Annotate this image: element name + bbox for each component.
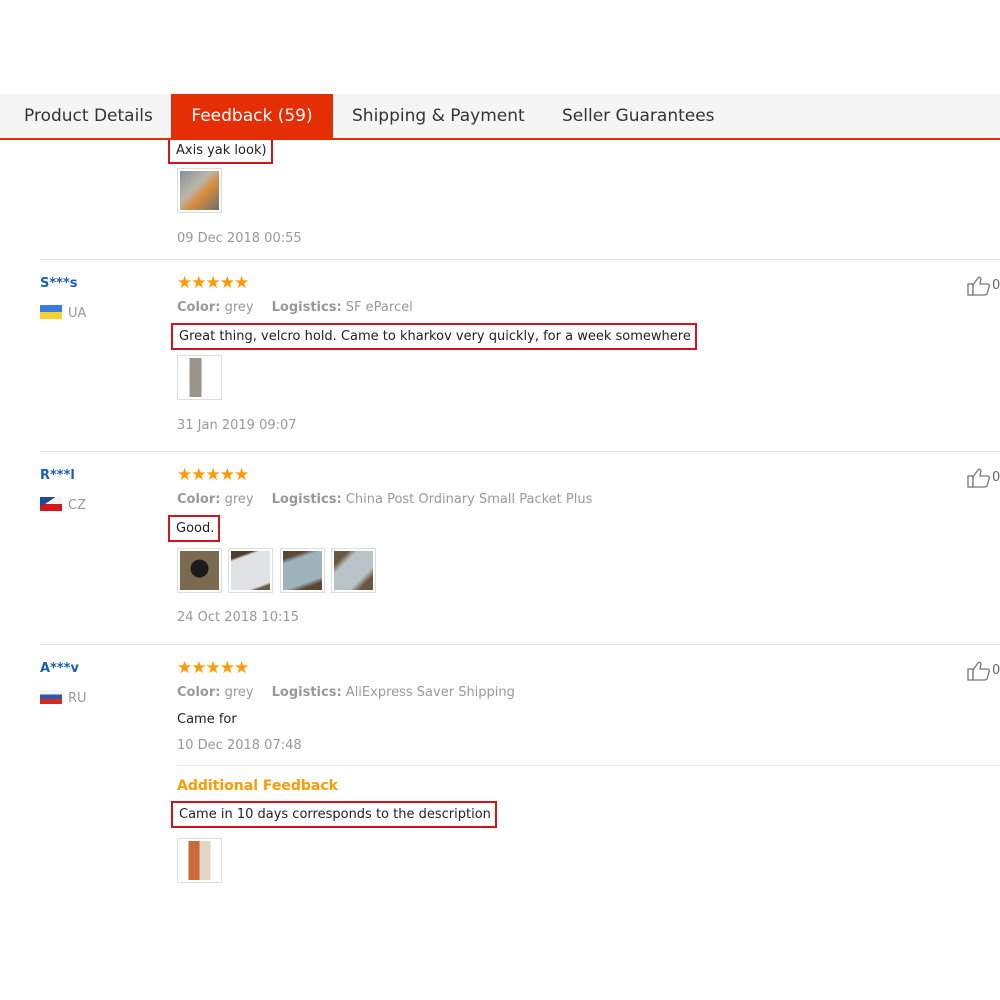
review-date: 31 Jan 2019 09:07 [177, 418, 297, 433]
review-photo-thumbnail[interactable] [177, 838, 222, 883]
like-button[interactable]: 0 [967, 661, 1000, 683]
logistics-value: SF eParcel [345, 300, 413, 315]
star-rating: ★★★★★ [177, 658, 249, 678]
feedback-list: Axis yak look) 09 Dec 2018 00:55 S***s U… [0, 140, 1000, 888]
review-meta: Color: grey Logistics: SF eParcel [177, 300, 413, 315]
logistics-label: Logistics: [271, 300, 342, 315]
like-count: 0 [992, 470, 1000, 485]
review-photo-thumbnail[interactable] [331, 548, 376, 593]
star-rating: ★★★★★ [177, 465, 249, 485]
country-code: UA [68, 306, 87, 321]
reviewer-name[interactable]: R***l [40, 468, 75, 483]
review-date: 24 Oct 2018 10:15 [177, 610, 299, 625]
color-label: Color: [177, 492, 221, 507]
tab-seller-guarantees[interactable]: Seller Guarantees [562, 94, 715, 140]
review-divider [40, 451, 1000, 452]
logistics-value: AliExpress Saver Shipping [345, 685, 515, 700]
country-code: CZ [68, 498, 86, 513]
review-date: 10 Dec 2018 07:48 [177, 738, 302, 753]
additional-feedback-label: Additional Feedback [177, 778, 338, 794]
feedback-tabbar: Product Details Feedback (59) Shipping &… [0, 94, 1000, 140]
review-date: 09 Dec 2018 00:55 [177, 231, 302, 246]
review-photo-thumbnail[interactable] [177, 168, 222, 213]
review-photo-thumbnail[interactable] [280, 548, 325, 593]
country-code: RU [68, 691, 87, 706]
like-count: 0 [992, 663, 1000, 678]
review-divider [40, 644, 1000, 645]
ukraine-flag-icon [40, 305, 62, 319]
like-button[interactable]: 0 [967, 468, 1000, 490]
tab-product-details[interactable]: Product Details [24, 94, 153, 140]
reviewer-country: UA [40, 305, 86, 321]
tab-feedback[interactable]: Feedback (59) [171, 94, 333, 140]
reviewer-name[interactable]: A***v [40, 661, 79, 676]
review-divider [40, 259, 1000, 260]
reviewer-country: CZ [40, 497, 86, 513]
reviewer-country: RU [40, 690, 87, 706]
color-value: grey [224, 685, 254, 700]
thumbs-up-icon [967, 661, 990, 681]
review-text-highlight: Great thing, velcro hold. Came to kharko… [171, 323, 697, 350]
thumbs-up-icon [967, 276, 990, 296]
logistics-value: China Post Ordinary Small Packet Plus [345, 492, 593, 507]
color-value: grey [224, 492, 254, 507]
color-label: Color: [177, 685, 221, 700]
review-text-highlight: Axis yak look) [168, 140, 273, 164]
star-rating: ★★★★★ [177, 273, 249, 293]
additional-feedback-divider [177, 765, 1000, 766]
color-value: grey [224, 300, 254, 315]
logistics-label: Logistics: [271, 492, 342, 507]
reviewer-name[interactable]: S***s [40, 276, 78, 291]
like-count: 0 [992, 278, 1000, 293]
thumbs-up-icon [967, 468, 990, 488]
review-photo-thumbnail[interactable] [228, 548, 273, 593]
review-photo-thumbnail[interactable] [177, 355, 222, 400]
color-label: Color: [177, 300, 221, 315]
review-text-highlight: Good. [168, 515, 221, 542]
review-photo-thumbnail[interactable] [177, 548, 222, 593]
russia-flag-icon [40, 690, 62, 704]
review-text: Came for [177, 712, 237, 727]
review-meta: Color: grey Logistics: China Post Ordinar… [177, 492, 592, 507]
czech-flag-icon [40, 497, 62, 511]
review-text-highlight: Came in 10 days corresponds to the descr… [171, 801, 497, 828]
review-meta: Color: grey Logistics: AliExpress Saver S… [177, 685, 515, 700]
logistics-label: Logistics: [271, 685, 342, 700]
tab-shipping-payment[interactable]: Shipping & Payment [352, 94, 525, 140]
like-button[interactable]: 0 [967, 276, 1000, 298]
